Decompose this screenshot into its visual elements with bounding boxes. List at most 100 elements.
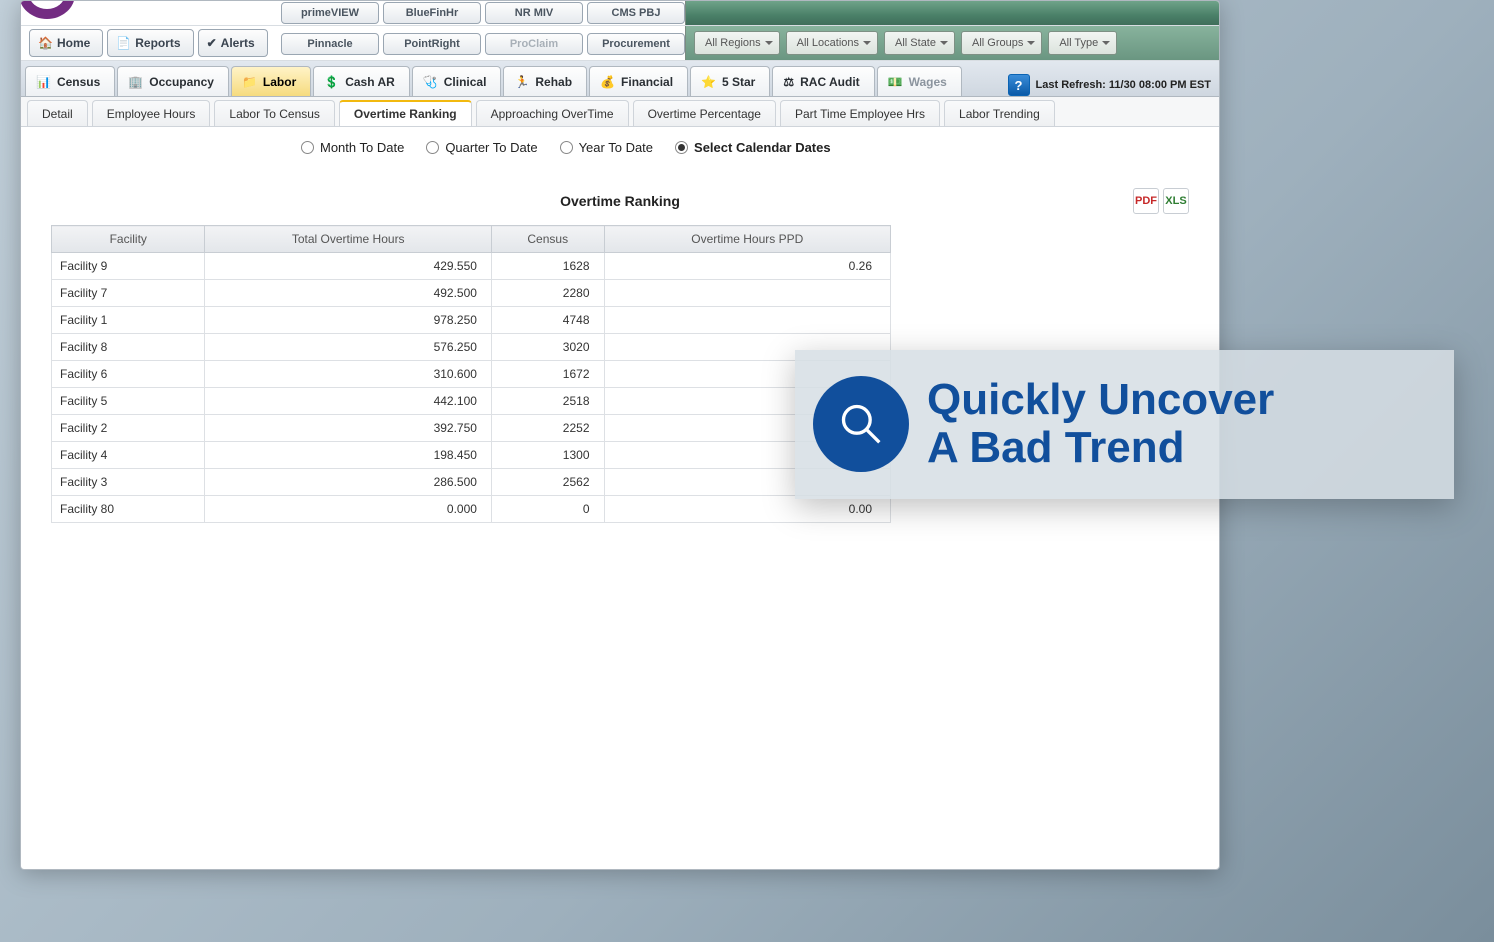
filter-all-groups[interactable]: All Groups	[961, 31, 1042, 55]
cell-ppd: 0.00	[604, 496, 891, 523]
brand-logo	[21, 1, 281, 25]
col-header-overtime[interactable]: Total Overtime Hours	[205, 226, 491, 253]
toolbar-row: 🏠Home 📄Reports ✔Alerts PinnaclePointRigh…	[21, 25, 1219, 61]
top-button-bluefinhr[interactable]: BlueFinHr	[383, 2, 481, 24]
top-button-nr-miv[interactable]: NR MIV	[485, 2, 583, 24]
sub-tab-approaching-overtime[interactable]: Approaching OverTime	[476, 100, 629, 126]
brand-row: primeVIEWBlueFinHrNR MIVCMS PBJ	[21, 1, 1219, 25]
callout-line2: A Bad Trend	[927, 424, 1274, 472]
nav-tab-icon: 📊	[36, 76, 51, 88]
last-refresh: ? Last Refresh: 11/30 08:00 PM EST	[1008, 74, 1219, 96]
sub-tab-labor-to-census[interactable]: Labor To Census	[214, 100, 335, 126]
table-row[interactable]: Facility 5442.1002518	[52, 388, 891, 415]
cell-overtime: 442.100	[205, 388, 491, 415]
nav-tab-occupancy[interactable]: 🏢Occupancy	[117, 66, 229, 96]
table-row[interactable]: Facility 8576.2503020	[52, 334, 891, 361]
cell-census: 1300	[491, 442, 604, 469]
nav-tab-financial[interactable]: 💰Financial	[589, 66, 688, 96]
alerts-button[interactable]: ✔Alerts	[198, 29, 268, 57]
top-buttons-row1: primeVIEWBlueFinHrNR MIVCMS PBJ	[281, 1, 685, 25]
table-row[interactable]: Facility 9429.55016280.26	[52, 253, 891, 280]
date-option-month-to-date[interactable]: Month To Date	[301, 140, 404, 155]
cell-overtime: 198.450	[205, 442, 491, 469]
table-header-row: Facility Total Overtime Hours Census Ove…	[52, 226, 891, 253]
nav-tab-census[interactable]: 📊 Census	[25, 66, 115, 96]
top-button-primeview[interactable]: primeVIEW	[281, 2, 379, 24]
table-row[interactable]: Facility 6310.6001672	[52, 361, 891, 388]
reports-button[interactable]: 📄Reports	[107, 29, 193, 57]
report-title: Overtime Ranking	[560, 193, 680, 209]
sub-tab-part-time-employee-hrs[interactable]: Part Time Employee Hrs	[780, 100, 940, 126]
filter-all-regions[interactable]: All Regions	[694, 31, 780, 55]
table-row[interactable]: Facility 3286.5002562	[52, 469, 891, 496]
sub-tab-detail[interactable]: Detail	[27, 100, 88, 126]
nav-tab-icon: ⭐	[701, 76, 716, 88]
date-option-year-to-date[interactable]: Year To Date	[560, 140, 653, 155]
table-row[interactable]: Facility 7492.5002280	[52, 280, 891, 307]
radio-icon	[675, 141, 688, 154]
cell-overtime: 429.550	[205, 253, 491, 280]
help-icon[interactable]: ?	[1008, 74, 1030, 96]
filter-all-locations[interactable]: All Locations	[786, 31, 878, 55]
radio-label: Quarter To Date	[445, 140, 537, 155]
top-button-pinnacle[interactable]: Pinnacle	[281, 33, 379, 55]
date-option-select-calendar-dates[interactable]: Select Calendar Dates	[675, 140, 831, 155]
radio-icon	[560, 141, 573, 154]
top-green-bar	[685, 1, 1219, 25]
cell-census: 2562	[491, 469, 604, 496]
top-button-procurement[interactable]: Procurement	[587, 33, 685, 55]
filter-all-type[interactable]: All Type	[1048, 31, 1117, 55]
table-row[interactable]: Facility 1978.2504748	[52, 307, 891, 334]
overtime-ranking-table: Facility Total Overtime Hours Census Ove…	[51, 225, 891, 523]
nav-tab-cash-ar[interactable]: 💲 Cash AR	[313, 66, 410, 96]
cell-overtime: 0.000	[205, 496, 491, 523]
top-button-cms-pbj[interactable]: CMS PBJ	[587, 2, 685, 24]
cell-facility: Facility 5	[52, 388, 205, 415]
cell-census: 2280	[491, 280, 604, 307]
nav-tab-label: RAC Audit	[800, 75, 860, 89]
search-icon	[836, 399, 886, 449]
nav-tab-label: Cash AR	[345, 75, 395, 89]
export-icons: PDF XLS	[1133, 188, 1189, 214]
filter-all-state[interactable]: All State	[884, 31, 955, 55]
nav-tab-labor[interactable]: 📁Labor	[231, 66, 311, 96]
radio-label: Year To Date	[579, 140, 653, 155]
nav-tab-wages[interactable]: 💵Wages	[877, 66, 962, 96]
date-option-quarter-to-date[interactable]: Quarter To Date	[426, 140, 537, 155]
sub-tab-employee-hours[interactable]: Employee Hours	[92, 100, 211, 126]
export-excel-icon[interactable]: XLS	[1163, 188, 1189, 214]
left-buttons: 🏠Home 📄Reports ✔Alerts	[21, 29, 281, 57]
col-header-facility[interactable]: Facility	[52, 226, 205, 253]
cell-overtime: 392.750	[205, 415, 491, 442]
table-row[interactable]: Facility 800.00000.00	[52, 496, 891, 523]
nav-tab-clinical[interactable]: 🩺Clinical	[412, 66, 502, 96]
col-header-ppd[interactable]: Overtime Hours PPD	[604, 226, 891, 253]
home-label: Home	[57, 36, 90, 50]
sub-tab-labor-trending[interactable]: Labor Trending	[944, 100, 1055, 126]
cell-facility: Facility 8	[52, 334, 205, 361]
nav-tab-label: Rehab	[535, 75, 572, 89]
cell-overtime: 310.600	[205, 361, 491, 388]
main-nav-tabs: 📊 Census 🏢Occupancy📁Labor 💲 Cash AR 🩺Clinical…	[21, 61, 1219, 97]
nav-tab-rehab[interactable]: 🏃Rehab	[503, 66, 587, 96]
nav-tab-label: Wages	[909, 75, 947, 89]
table-row[interactable]: Facility 2392.7502252	[52, 415, 891, 442]
cell-census: 1628	[491, 253, 604, 280]
nav-tab-icon: 💲	[324, 76, 339, 88]
nav-tab-label: Census	[57, 75, 100, 89]
nav-tab-rac-audit[interactable]: ⚖RAC Audit	[772, 66, 874, 96]
radio-label: Month To Date	[320, 140, 404, 155]
nav-tab-5-star[interactable]: ⭐5 Star	[690, 66, 770, 96]
sub-tab-overtime-percentage[interactable]: Overtime Percentage	[633, 100, 776, 126]
cell-facility: Facility 80	[52, 496, 205, 523]
export-pdf-icon[interactable]: PDF	[1133, 188, 1159, 214]
alerts-label: Alerts	[221, 36, 255, 50]
col-header-census[interactable]: Census	[491, 226, 604, 253]
home-button[interactable]: 🏠Home	[29, 29, 103, 57]
nav-tab-icon: 🏢	[128, 76, 143, 88]
sub-tab-overtime-ranking[interactable]: Overtime Ranking	[339, 100, 472, 126]
callout-line1: Quickly Uncover	[927, 376, 1274, 424]
cell-overtime: 576.250	[205, 334, 491, 361]
table-row[interactable]: Facility 4198.4501300	[52, 442, 891, 469]
top-button-pointright[interactable]: PointRight	[383, 33, 481, 55]
